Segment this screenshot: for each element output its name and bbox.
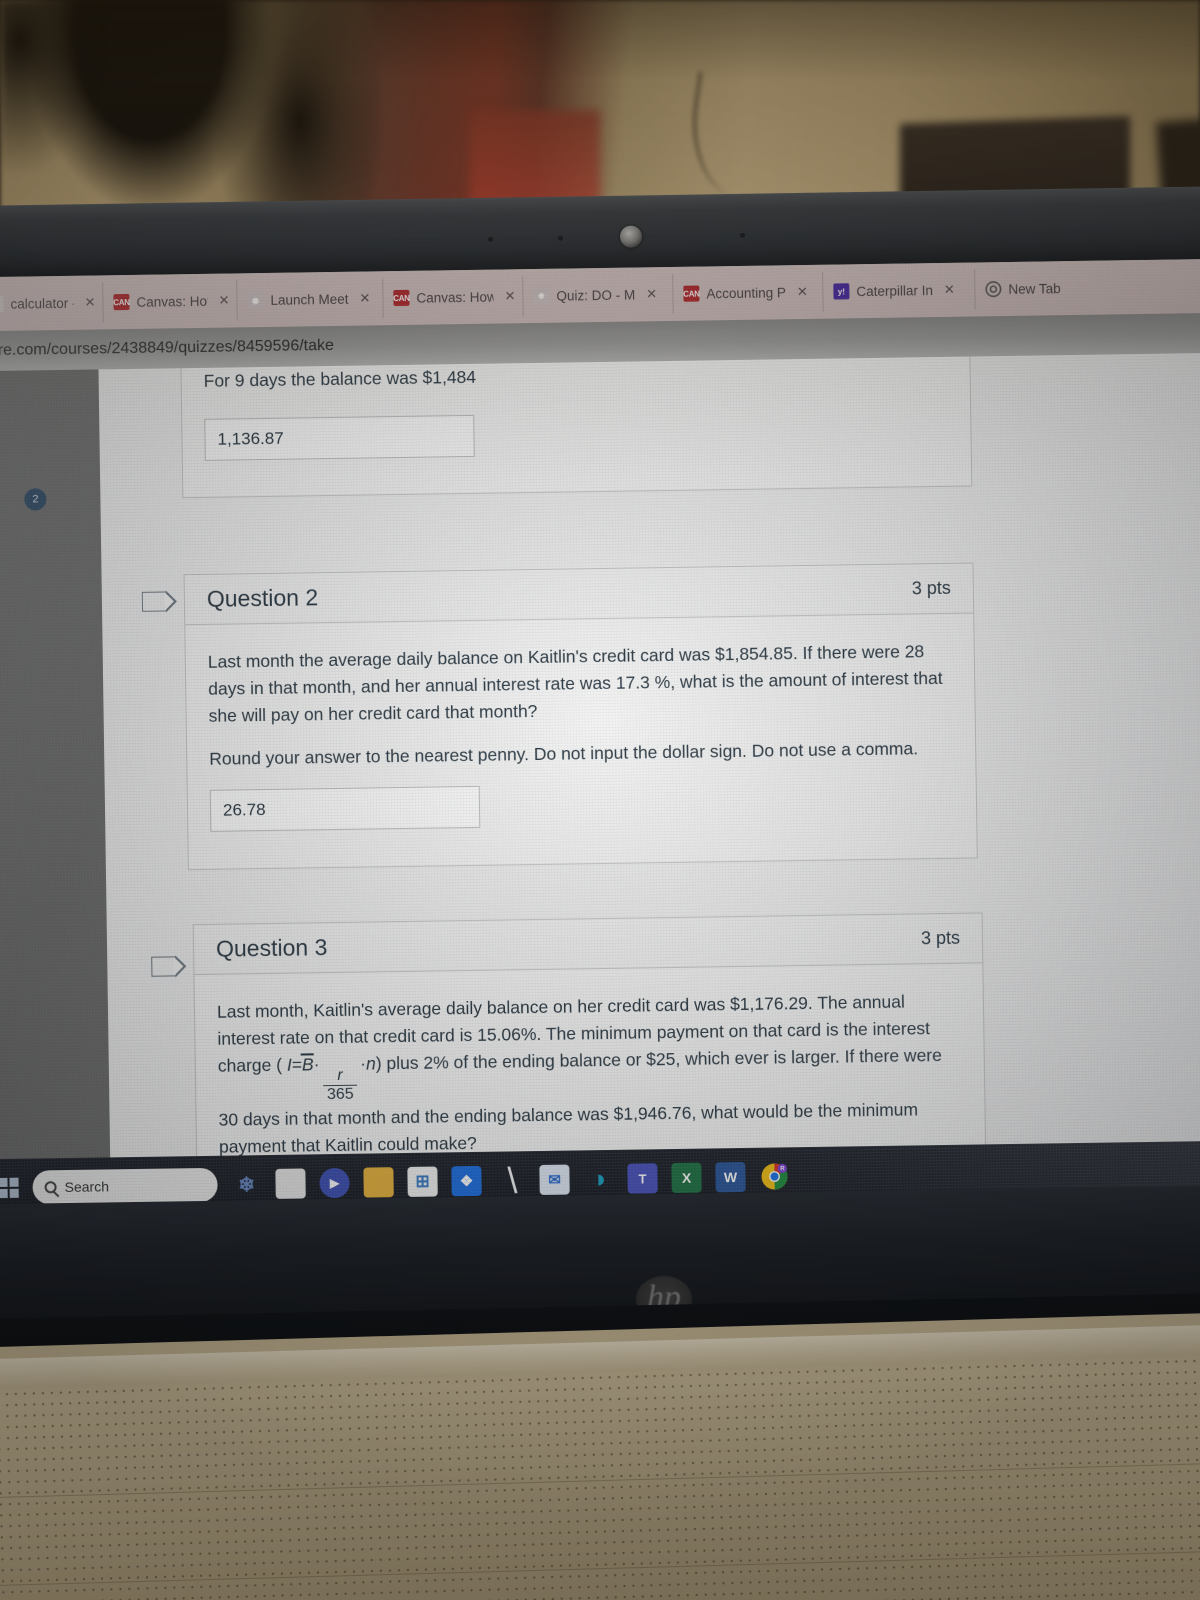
teams-video-icon[interactable]: ▶ <box>319 1167 350 1199</box>
browser-tab-0[interactable]: G calculator - G ✕ <box>0 282 104 325</box>
question-2-points: 3 pts <box>911 577 951 599</box>
formula-fraction: r 365 <box>322 1066 358 1105</box>
browser-tab-1[interactable]: CAN Canvas: How ✕ <box>103 280 238 323</box>
question-2-prompt: Last month the average daily balance on … <box>207 641 943 727</box>
formula-dot-1: · <box>313 1054 320 1075</box>
desk-perforation-pattern <box>0 1354 1200 1600</box>
laptop-screen: G calculator - G ✕ CAN Canvas: How ✕ ◉ L… <box>0 258 1200 1218</box>
browser-tab-7[interactable]: New Tab <box>975 268 1106 310</box>
previous-question-fragment: For 9 days the balance was $1,484 1,136.… <box>180 352 973 499</box>
address-bar-url: ructure.com/courses/2438849/quizzes/8459… <box>0 336 335 360</box>
photo-of-laptop-screen: G calculator - G ✕ CAN Canvas: How ✕ ◉ L… <box>0 0 1200 1600</box>
teams-new-icon[interactable]: T <box>627 1163 658 1201</box>
widgets-weather-icon[interactable]: ❄ <box>231 1169 261 1199</box>
tab-label: New Tab <box>1008 280 1061 297</box>
google-icon: G <box>0 295 4 313</box>
formula-denominator: 365 <box>326 1086 354 1104</box>
tab-close-icon[interactable]: ✕ <box>84 294 95 310</box>
tab-label: Canvas: How <box>416 289 494 306</box>
chrome-icon <box>985 281 1002 298</box>
tab-close-icon[interactable]: ✕ <box>359 290 370 306</box>
word-icon[interactable]: W <box>715 1161 746 1200</box>
tab-label: Accounting P <box>706 284 787 301</box>
formula-equals: = <box>291 1054 303 1075</box>
formula-numerator: r <box>322 1066 358 1087</box>
tab-label: Launch Meet <box>270 291 349 308</box>
canvas-quiz-page: ments 2 ents sources odates aluations Fo… <box>0 352 1200 1218</box>
question-2-answer-input[interactable]: 26.78 <box>209 785 481 832</box>
browser-tab-2[interactable]: ◉ Launch Meet ✕ <box>237 278 384 321</box>
tab-close-icon[interactable]: ✕ <box>646 286 657 302</box>
tab-label: calculator - G <box>10 295 73 312</box>
folder-icon[interactable] <box>363 1167 394 1198</box>
browser-tab-5[interactable]: CAN Accounting P ✕ <box>673 271 824 314</box>
question-2-card: Question 2 3 pts Last month the average … <box>183 562 978 871</box>
question-2-instructions: Round your answer to the nearest penny. … <box>209 738 919 770</box>
question-3-flag-icon[interactable] <box>151 956 176 977</box>
search-icon <box>44 1181 57 1194</box>
browser-tab-6[interactable]: y! Caterpillar In ✕ <box>823 269 976 312</box>
webcam-icon <box>619 225 643 248</box>
question-3-points: 3 pts <box>920 927 961 949</box>
question-3-prompt: Last month, Kaitlin's average daily bala… <box>217 988 963 1161</box>
question-2-title: Question 2 <box>206 584 319 612</box>
edge-icon[interactable]: ◑ <box>583 1164 613 1202</box>
dark-chair-left-background <box>0 0 120 230</box>
question-3-title: Question 3 <box>215 934 328 962</box>
yahoo-icon: y! <box>833 283 850 300</box>
quiz-icon: ❉ <box>533 287 550 304</box>
tab-close-icon[interactable]: ✕ <box>504 288 515 304</box>
lightning-s-icon[interactable]: ╲ <box>495 1165 525 1195</box>
chrome-icon[interactable]: R <box>759 1161 789 1199</box>
desk-surface <box>0 1312 1200 1600</box>
quiz-content-column: For 9 days the balance was $1,484 1,136.… <box>98 352 1200 1218</box>
formula-n: n <box>365 1053 376 1074</box>
start-icon[interactable] <box>0 1177 19 1199</box>
svg-text:R: R <box>780 1167 785 1173</box>
canvas-icon: CAN <box>393 289 410 307</box>
tab-close-icon[interactable]: ✕ <box>944 282 955 298</box>
canvas-icon: CAN <box>683 285 700 302</box>
microphone-hole-icon <box>487 236 494 242</box>
search-input[interactable]: Search <box>32 1167 218 1205</box>
previous-question-answer-input[interactable]: 1,136.87 <box>204 415 475 462</box>
excel-icon[interactable]: X <box>671 1162 702 1200</box>
dropbox-icon[interactable]: ❖ <box>451 1165 482 1197</box>
meet-icon: ◉ <box>247 291 264 309</box>
microsoft-store-icon[interactable]: ⊞ <box>407 1166 438 1197</box>
tab-label: Quiz: DO - M <box>556 286 636 304</box>
sidebar-badge-count: 2 <box>24 488 47 511</box>
question-2-body: Last month the average daily balance on … <box>185 614 976 854</box>
tab-label: Caterpillar In <box>856 282 934 299</box>
microphone-hole-icon <box>557 235 564 241</box>
search-placeholder: Search <box>64 1178 110 1196</box>
browser-tab-3[interactable]: CAN Canvas: How ✕ <box>383 276 524 319</box>
mail-icon[interactable]: ✉ <box>539 1164 570 1202</box>
canvas-icon: CAN <box>113 293 130 311</box>
tab-label: Canvas: How <box>136 293 208 310</box>
tab-close-icon[interactable]: ✕ <box>797 284 808 300</box>
formula-average-balance: B <box>301 1054 314 1075</box>
tab-close-icon[interactable]: ✕ <box>218 293 229 309</box>
file-explorer-icon[interactable] <box>275 1168 306 1199</box>
microphone-hole-icon <box>739 232 746 238</box>
browser-tab-4[interactable]: ❉ Quiz: DO - M ✕ <box>523 273 674 317</box>
course-navigation-sidebar: ments 2 ents sources odates aluations <box>0 369 112 1218</box>
question-2-flag-icon[interactable] <box>141 591 167 612</box>
